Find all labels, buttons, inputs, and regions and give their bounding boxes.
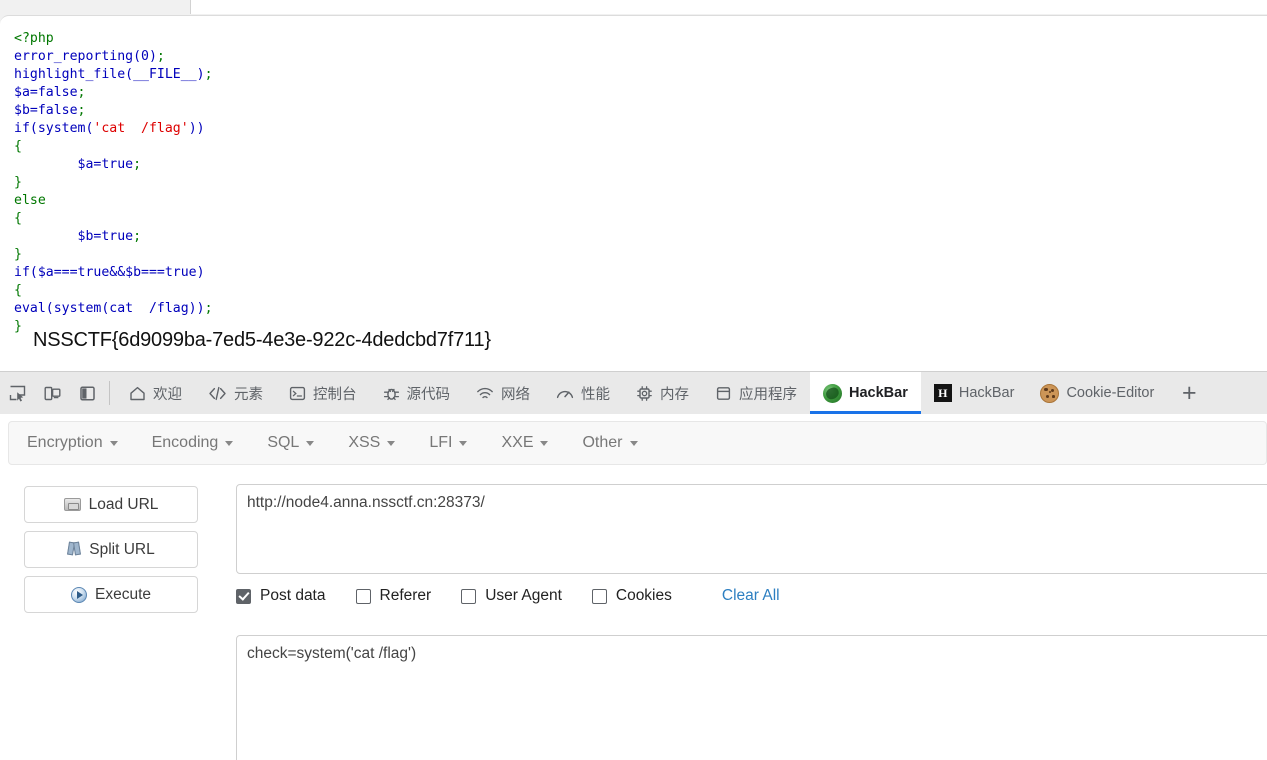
browser-chrome-strip: [0, 0, 1267, 15]
menu-sql[interactable]: SQL: [267, 434, 315, 452]
hackbar-action-buttons: Load URL Split URL Execute: [24, 486, 198, 621]
tab-hackbar-green[interactable]: HackBar: [810, 372, 921, 414]
tab-application[interactable]: 应用程序: [702, 372, 810, 414]
load-url-icon: [63, 498, 81, 511]
application-icon: [715, 385, 732, 402]
hackbar-panel: Encryption Encoding SQL XSS LFI XXE Othe…: [0, 414, 1267, 760]
user-agent-checkbox[interactable]: [461, 588, 477, 604]
hackbar-menu-bar: Encryption Encoding SQL XSS LFI XXE Othe…: [8, 421, 1267, 465]
option-label: Post data: [260, 587, 326, 604]
page-viewport: <?php error_reporting(0); highlight_file…: [0, 15, 1267, 371]
add-tab-button[interactable]: +: [1167, 372, 1211, 414]
tab-label: 控制台: [313, 386, 357, 403]
tab-sources[interactable]: 源代码: [370, 372, 464, 414]
tab-label: 网络: [501, 386, 530, 403]
tab-hackbar-black[interactable]: H HackBar: [921, 372, 1028, 414]
cookie-icon: [1040, 383, 1060, 403]
console-icon: [289, 385, 306, 402]
bug-icon: [383, 385, 400, 402]
menu-label: SQL: [267, 434, 300, 451]
tab-label: 源代码: [406, 386, 451, 403]
tab-label: 应用程序: [739, 386, 797, 403]
option-post-data[interactable]: Post data: [236, 587, 326, 605]
menu-xxe[interactable]: XXE: [501, 434, 549, 452]
flag-output-text: NSSCTF{6d9099ba-7ed5-4e3e-922c-4dedcbd7f…: [33, 329, 491, 351]
post-data-checkbox[interactable]: [236, 588, 251, 604]
hackbar-body: Load URL Split URL Execute Post data Ref…: [0, 472, 1267, 760]
option-referer[interactable]: Referer: [355, 587, 432, 605]
cookies-checkbox[interactable]: [591, 588, 607, 604]
tab-welcome[interactable]: 欢迎: [116, 372, 195, 414]
toolbar-divider: [109, 381, 110, 405]
tab-elements[interactable]: 元素: [195, 372, 276, 414]
network-icon: [476, 385, 494, 402]
post-data-input[interactable]: [236, 635, 1267, 760]
split-url-button[interactable]: Split URL: [24, 531, 198, 568]
performance-icon: [556, 385, 574, 402]
chevron-down-icon: [387, 440, 396, 446]
clear-all-link[interactable]: Clear All: [722, 587, 780, 605]
option-user-agent[interactable]: User Agent: [461, 587, 562, 605]
chevron-down-icon: [306, 440, 315, 446]
tab-label: Cookie-Editor: [1066, 385, 1155, 401]
option-label: Referer: [379, 587, 432, 604]
devtools-tab-bar: 欢迎 元素 控制台 源代码 网络 性能 内存 应用程序 HackBar H Ha…: [0, 371, 1267, 414]
request-options-row: Post data Referer User Agent Cookies Cle…: [236, 587, 780, 605]
execute-button[interactable]: Execute: [24, 576, 198, 613]
menu-other[interactable]: Other: [582, 434, 638, 452]
tab-cookie-editor[interactable]: Cookie-Editor: [1027, 372, 1167, 414]
referer-checkbox[interactable]: [355, 588, 371, 604]
tab-console[interactable]: 控制台: [276, 372, 370, 414]
dock-side-icon[interactable]: [70, 372, 105, 414]
menu-label: XSS: [348, 434, 381, 451]
menu-encoding[interactable]: Encoding: [152, 434, 234, 452]
hackbar-black-icon: H: [933, 384, 952, 402]
memory-icon: [636, 385, 653, 402]
tab-memory[interactable]: 内存: [623, 372, 702, 414]
chevron-down-icon: [629, 440, 638, 446]
url-input[interactable]: [236, 484, 1267, 574]
menu-label: Encryption: [27, 434, 103, 451]
menu-lfi[interactable]: LFI: [429, 434, 468, 452]
button-label: Load URL: [88, 495, 159, 513]
menu-label: Encoding: [151, 434, 219, 451]
tab-performance[interactable]: 性能: [543, 372, 623, 414]
tab-label: 内存: [660, 386, 689, 403]
tab-label: 元素: [234, 386, 263, 403]
php-source-code: <?php error_reporting(0); highlight_file…: [14, 31, 213, 334]
home-icon: [129, 385, 146, 402]
menu-encryption[interactable]: Encryption: [27, 434, 118, 452]
tab-label: HackBar: [849, 385, 908, 401]
chevron-down-icon: [459, 440, 468, 446]
tab-label: 欢迎: [153, 386, 182, 403]
chevron-down-icon: [225, 440, 234, 446]
menu-xss[interactable]: XSS: [348, 434, 396, 452]
menu-label: LFI: [429, 434, 453, 451]
code-icon: [208, 385, 227, 402]
split-url-icon: [67, 542, 81, 558]
load-url-button[interactable]: Load URL: [24, 486, 198, 523]
menu-label: Other: [582, 434, 623, 451]
option-label: Cookies: [615, 587, 672, 604]
inspect-element-icon[interactable]: [0, 372, 35, 414]
execute-icon: [70, 586, 87, 603]
browser-tab-stub[interactable]: [190, 0, 1267, 14]
device-toolbar-icon[interactable]: [35, 372, 70, 414]
tab-network[interactable]: 网络: [463, 372, 543, 414]
chevron-down-icon: [540, 440, 549, 446]
tab-label: 性能: [581, 386, 610, 403]
option-cookies[interactable]: Cookies: [591, 587, 672, 605]
button-label: Split URL: [89, 540, 155, 558]
option-label: User Agent: [485, 587, 562, 604]
button-label: Execute: [94, 585, 151, 603]
hackbar-green-icon: [823, 383, 842, 403]
chevron-down-icon: [109, 440, 118, 446]
tab-label: HackBar: [958, 385, 1015, 401]
menu-label: XXE: [501, 434, 534, 451]
